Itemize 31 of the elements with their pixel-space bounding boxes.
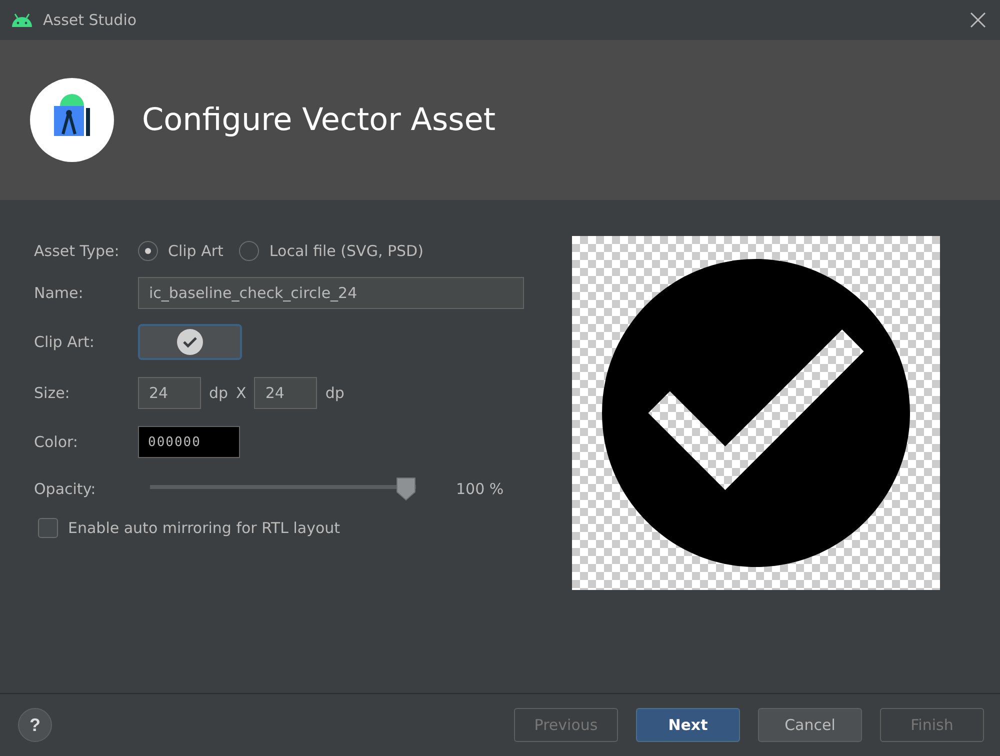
- checkbox-label: Enable auto mirroring for RTL layout: [68, 519, 340, 537]
- field-label: Asset Type:: [34, 242, 120, 260]
- field-label: Clip Art:: [34, 333, 96, 351]
- color-field[interactable]: 000000: [138, 426, 240, 458]
- opacity-value: 100 %: [456, 480, 504, 498]
- name-field[interactable]: ic_baseline_check_circle_24: [138, 277, 524, 309]
- radio-label: Clip Art: [168, 242, 224, 260]
- clip-art-button[interactable]: [138, 324, 242, 360]
- help-button[interactable]: ?: [18, 708, 52, 742]
- checkbox[interactable]: [38, 518, 58, 538]
- field-label: Opacity:: [34, 480, 97, 498]
- unit-label: dp: [209, 384, 228, 402]
- height-field[interactable]: 24: [254, 377, 318, 409]
- window-title: Asset Studio: [43, 11, 138, 29]
- radio-button[interactable]: [138, 241, 158, 261]
- width-field[interactable]: 24: [138, 377, 201, 409]
- slider-thumb[interactable]: [396, 477, 416, 501]
- unit-label: dp: [325, 384, 344, 402]
- primary-button[interactable]: Next: [636, 708, 740, 742]
- check-circle-icon: [176, 328, 204, 356]
- separator-label: X: [236, 384, 246, 402]
- app-logo-icon: [30, 78, 114, 162]
- field-label: Color:: [34, 433, 79, 451]
- field-label: Size:: [34, 384, 71, 402]
- close-icon: [970, 12, 986, 28]
- radio-label: Local file (SVG, PSD): [269, 242, 424, 260]
- field-label: Name:: [34, 284, 84, 302]
- dialog-button[interactable]: Cancel: [758, 708, 862, 742]
- radio-button[interactable]: [239, 241, 260, 261]
- page-title: Configure Vector Asset: [142, 102, 496, 138]
- android-icon: [10, 13, 34, 27]
